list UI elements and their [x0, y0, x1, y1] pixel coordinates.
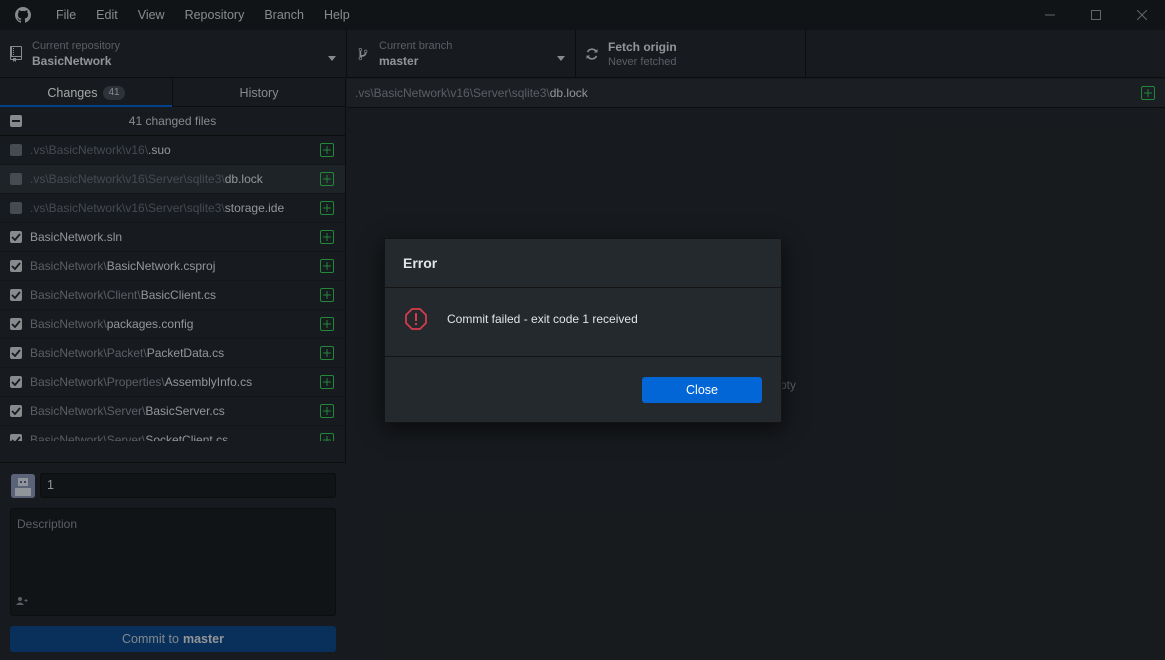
- dialog-message: Commit failed - exit code 1 received: [447, 312, 638, 326]
- dialog-title: Error: [385, 239, 781, 288]
- dialog-footer: Close: [385, 357, 781, 422]
- dialog-body: Commit failed - exit code 1 received: [385, 288, 781, 357]
- close-button[interactable]: Close: [642, 377, 762, 403]
- error-dialog: Error Commit failed - exit code 1 receiv…: [384, 238, 782, 423]
- error-icon: [405, 308, 427, 333]
